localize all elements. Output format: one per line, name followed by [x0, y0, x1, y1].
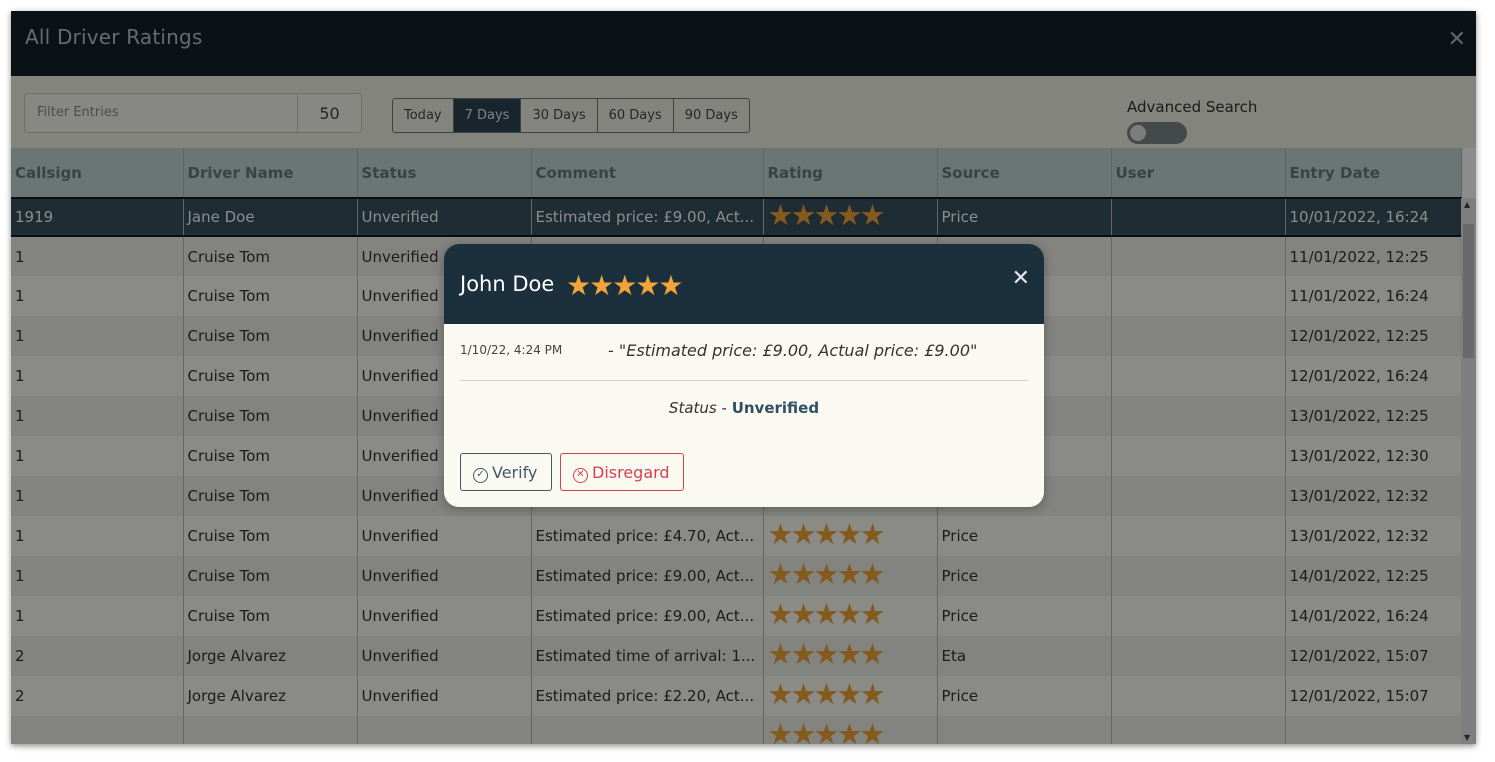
- modal-divider: [460, 380, 1028, 381]
- modal-driver-name: John Doe: [460, 272, 555, 296]
- status-value: Unverified: [731, 399, 820, 417]
- status-separator: -: [716, 399, 732, 417]
- disregard-label: Disregard: [592, 463, 670, 482]
- verify-button[interactable]: ✓ Verify: [460, 453, 552, 491]
- modal-header: John Doe ★★★★★ ✕: [444, 244, 1044, 324]
- modal-close-icon[interactable]: ✕: [1012, 266, 1030, 291]
- modal-star-rating: ★★★★★: [566, 269, 684, 302]
- disregard-button[interactable]: ✕ Disregard: [560, 453, 684, 491]
- verify-label: Verify: [492, 463, 538, 482]
- rating-comment: - "Estimated price: £9.00, Actual price:…: [608, 341, 978, 360]
- status-label: Status: [668, 399, 717, 417]
- rating-detail-modal: John Doe ★★★★★ ✕ 1/10/22, 4:24 PM - "Est…: [444, 244, 1044, 507]
- x-circle-icon: ✕: [573, 468, 588, 483]
- check-circle-icon: ✓: [473, 468, 488, 483]
- rating-status: Status - Unverified: [444, 399, 1044, 417]
- rating-date: 1/10/22, 4:24 PM: [460, 343, 563, 357]
